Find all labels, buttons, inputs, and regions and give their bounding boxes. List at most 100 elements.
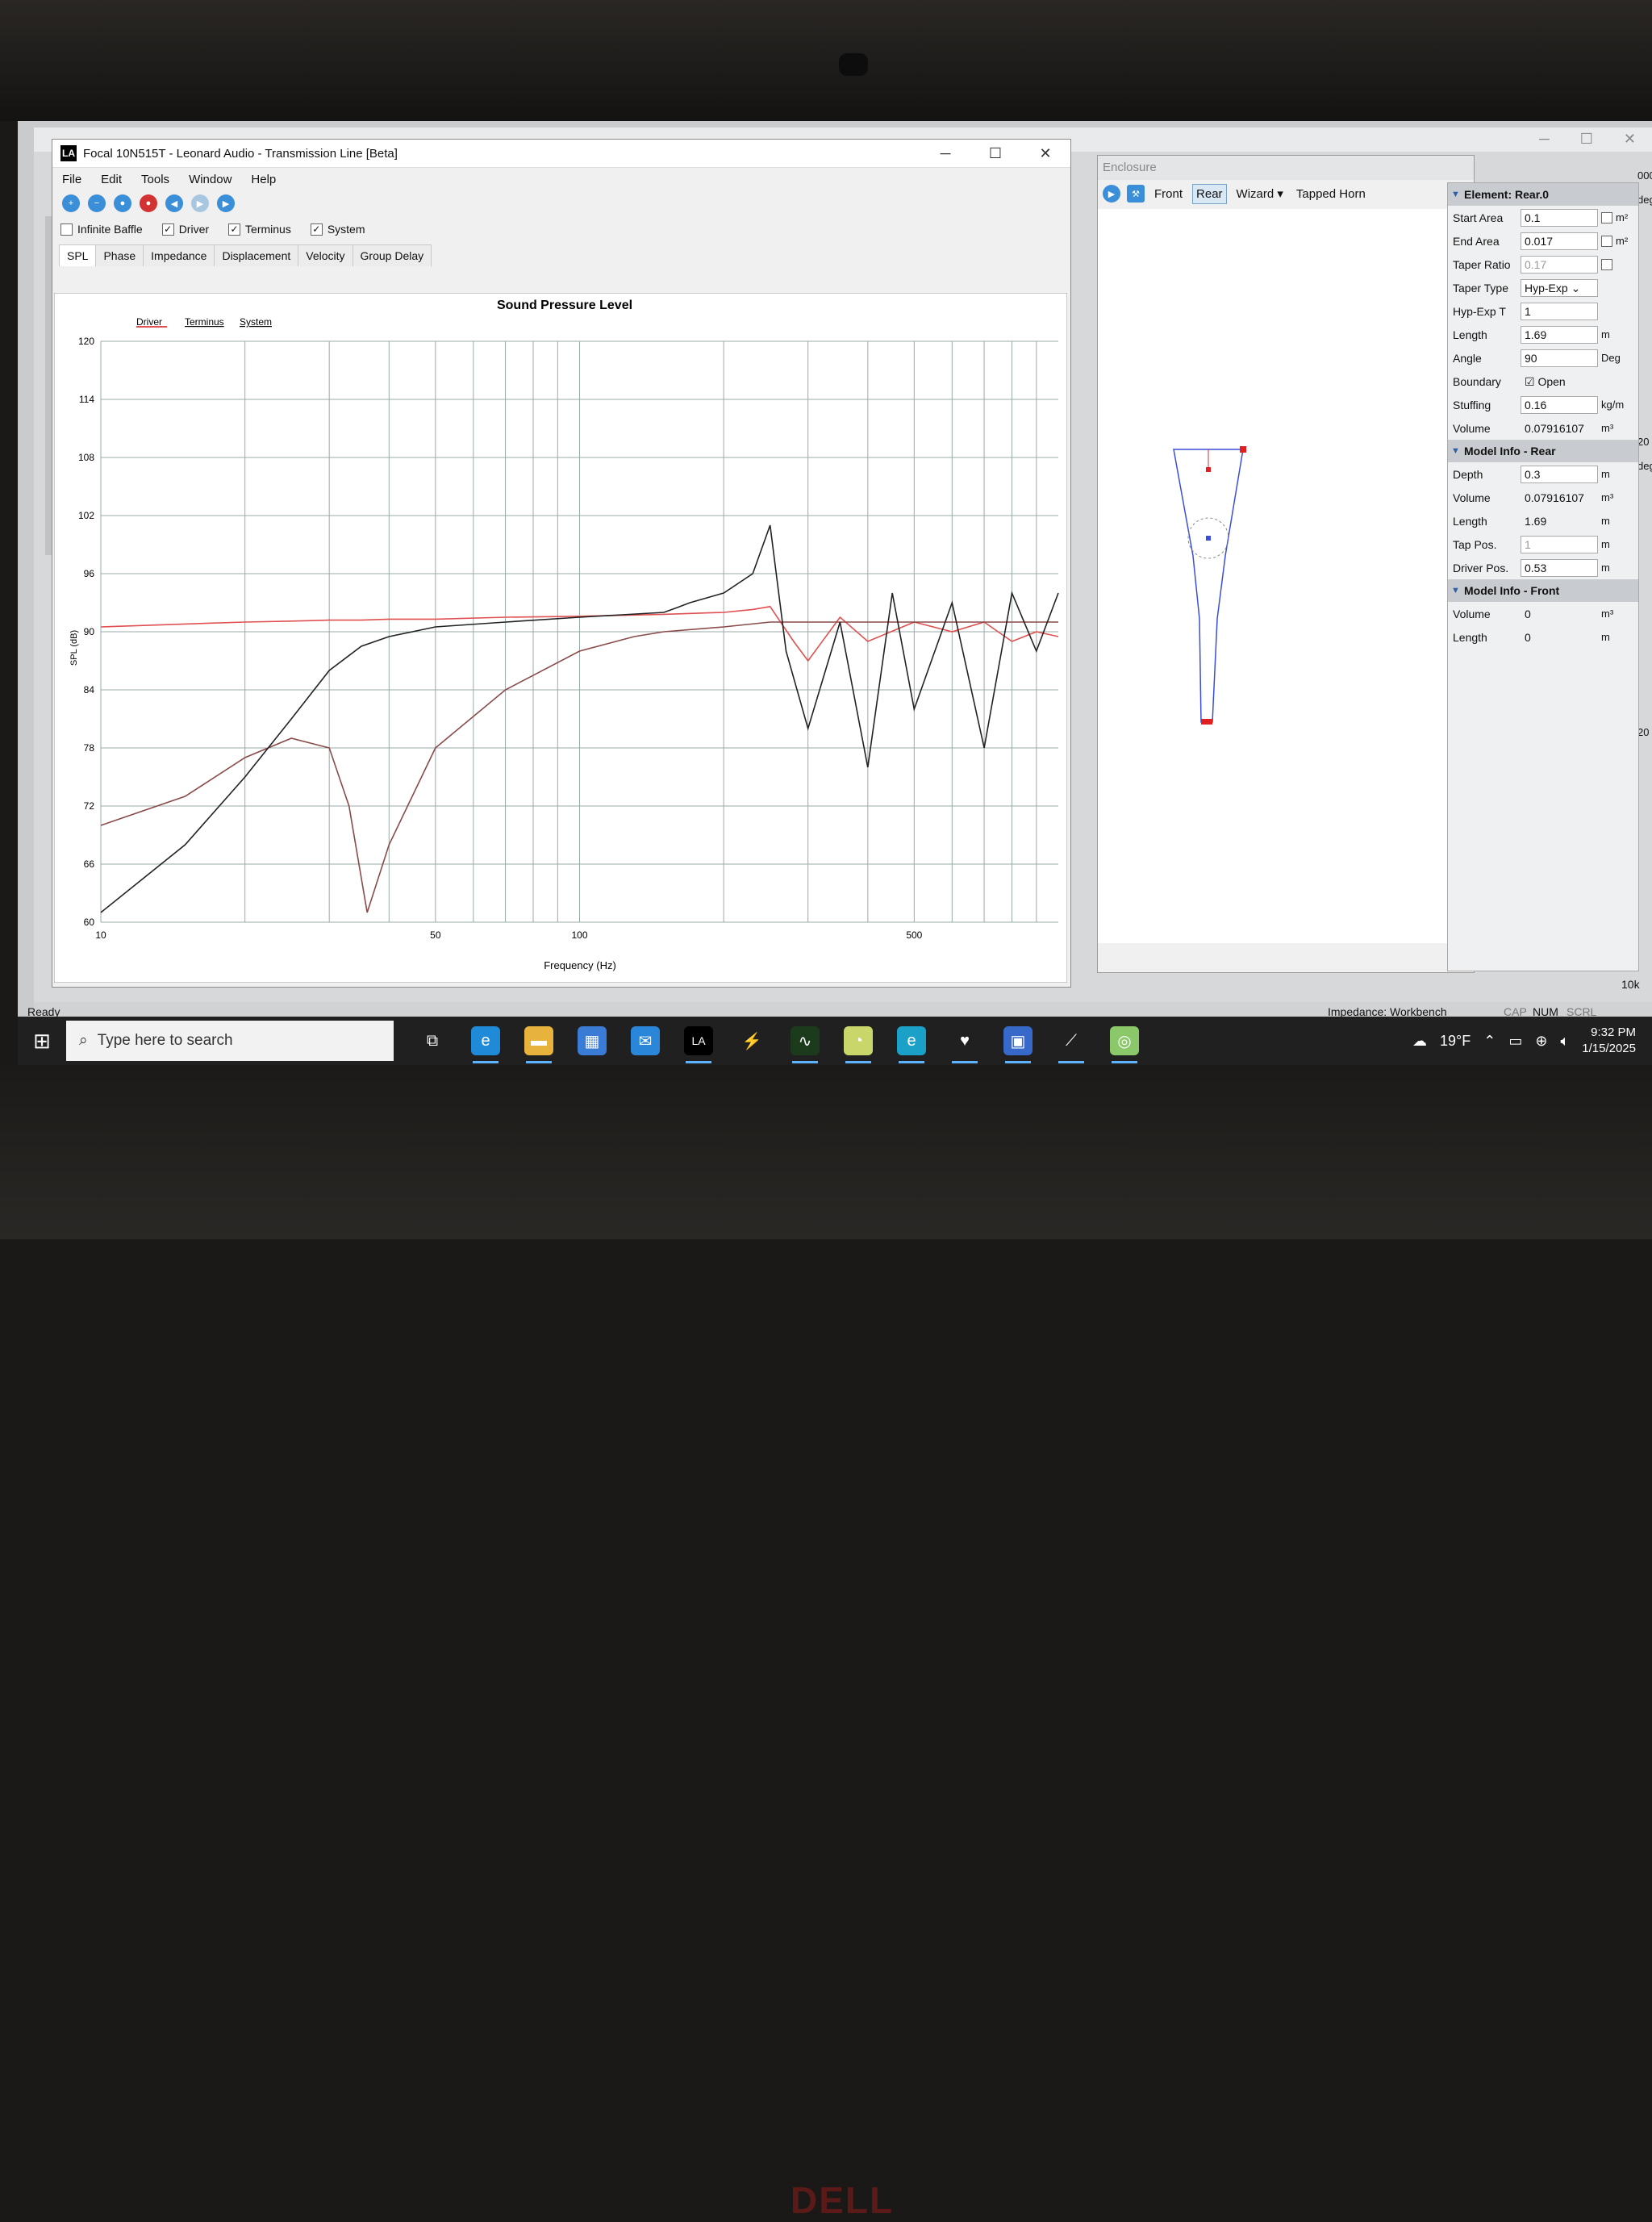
y-tick-label: 114 (79, 394, 94, 405)
front-section-header[interactable]: Model Info - Front (1448, 579, 1638, 602)
step-forward-icon[interactable]: ▶ (191, 194, 209, 212)
main-titlebar[interactable]: LA Focal 10N515T - Leonard Audio - Trans… (52, 140, 1070, 168)
menu-file[interactable]: File (62, 173, 81, 186)
lightning-app-icon[interactable]: ⚡ (737, 1026, 766, 1055)
property-value[interactable]: 0.017 (1521, 232, 1598, 250)
menu-window[interactable]: Window (189, 173, 232, 186)
edge-alt-icon[interactable]: e (897, 1026, 926, 1063)
property-label: End Area (1453, 234, 1500, 248)
play-icon[interactable]: ▶ (1103, 185, 1120, 203)
chart-tabs: SPL Phase Impedance Displacement Velocit… (52, 242, 1070, 266)
maximize-icon[interactable]: ☐ (1580, 131, 1593, 148)
start-handle[interactable] (1240, 446, 1246, 453)
checkbox-infinite-baffle[interactable]: Infinite Baffle (60, 223, 143, 236)
audio-app-icon[interactable]: ◔ (844, 1026, 873, 1063)
checkbox-label: Terminus (245, 223, 291, 236)
clock[interactable]: 9:32 PM 1/15/2025 (1582, 1025, 1636, 1057)
property-value[interactable]: 1.69 (1521, 325, 1598, 344)
driver-handle[interactable] (1206, 467, 1211, 472)
tab-velocity[interactable]: Velocity (298, 244, 353, 266)
tab-tapped-horn[interactable]: Tapped Horn (1293, 185, 1369, 203)
menu-tools[interactable]: Tools (141, 173, 169, 186)
chevron-down-icon: ▾ (1277, 187, 1283, 201)
shield-app-icon[interactable]: ♥ (950, 1026, 979, 1063)
zoom-in-icon[interactable]: + (62, 194, 80, 212)
end-handle[interactable] (1201, 719, 1212, 725)
monitor-app-icon[interactable]: ▣ (1003, 1026, 1032, 1063)
line-profile (1173, 449, 1244, 723)
menu-edit[interactable]: Edit (101, 173, 122, 186)
property-value[interactable]: 1 (1521, 302, 1598, 320)
checkbox-terminus[interactable]: ✓ Terminus (228, 223, 291, 236)
tool-app-icon[interactable]: ⟋ (1057, 1026, 1086, 1063)
spl-chart[interactable]: 60 66 72 78 84 90 96 102 108 114 120 10 50 100 500 So… (54, 293, 1067, 983)
checkbox-system[interactable]: ✓ System (310, 223, 365, 236)
cursor-icon[interactable]: ● (114, 194, 131, 212)
weather-icon[interactable]: ☁ (1412, 1033, 1427, 1050)
close-icon[interactable]: ✕ (1020, 145, 1070, 162)
scope-app-icon[interactable]: ∿ (791, 1026, 820, 1063)
battery-icon[interactable]: ▭ (1508, 1033, 1522, 1050)
tab-displacement[interactable]: Displacement (214, 244, 299, 266)
property-value[interactable]: 0.1 (1521, 208, 1598, 227)
tab-front[interactable]: Front (1151, 185, 1186, 203)
transmission-line-drawing[interactable] (1098, 209, 1453, 943)
property-value: 0 (1525, 607, 1531, 620)
menu-help[interactable]: Help (251, 173, 276, 186)
checkbox-driver[interactable]: ✓ Driver (161, 223, 209, 236)
wrench-icon[interactable]: ⚒ (1127, 185, 1145, 203)
tab-spl[interactable]: SPL (59, 244, 97, 266)
network-icon[interactable]: ⊕ (1535, 1033, 1547, 1050)
maximize-icon[interactable]: ☐ (970, 145, 1020, 162)
taskbar-search[interactable]: ⌕ Type here to search (66, 1021, 394, 1061)
zoom-out-icon[interactable]: − (88, 194, 106, 212)
edge-icon[interactable]: e (471, 1026, 500, 1063)
property-value[interactable]: 0.17 (1521, 255, 1598, 274)
file-explorer-icon[interactable]: ▬ (524, 1026, 553, 1063)
step-back-icon[interactable]: ◀ (165, 194, 183, 212)
tab-rear[interactable]: Rear (1192, 183, 1227, 204)
checkbox-label: Infinite Baffle (77, 223, 143, 236)
checkbox-box[interactable]: ✓ (228, 223, 241, 236)
rear-section-header[interactable]: Model Info - Rear (1448, 440, 1638, 462)
tab-phase[interactable]: Phase (95, 244, 144, 266)
tab-impedance[interactable]: Impedance (143, 244, 215, 266)
property-value[interactable]: 0.53 (1521, 558, 1598, 577)
property-value[interactable]: 1 (1521, 535, 1598, 553)
leonard-audio-icon[interactable]: LA (684, 1026, 713, 1063)
volume-icon[interactable]: 🔈︎ (1560, 1033, 1569, 1050)
enclosure-canvas[interactable] (1098, 209, 1453, 943)
tap-handle[interactable] (1206, 536, 1211, 541)
checkbox-box[interactable] (60, 223, 73, 236)
lock-checkbox[interactable] (1601, 235, 1612, 247)
checkbox-box[interactable]: ✓ (310, 223, 323, 236)
lock-checkbox[interactable] (1601, 211, 1612, 223)
minimize-icon[interactable]: ─ (1539, 131, 1550, 148)
checkbox-box[interactable]: ✓ (161, 223, 174, 236)
webcam (839, 53, 868, 76)
store-icon[interactable]: ▦ (578, 1026, 607, 1055)
taskbar: ⊞ ⌕ Type here to search ⧉ e ▬ ▦ ✉ LA ⚡ ∿ ◔ e ♥ ▣ ⟋ ◎ … (18, 1017, 1652, 1065)
play-icon[interactable]: ▶ (217, 194, 235, 212)
task-view-icon[interactable]: ⧉ (418, 1026, 447, 1055)
windows-start-icon[interactable]: ⊞ (18, 1029, 66, 1054)
close-icon[interactable]: ✕ (1624, 131, 1636, 148)
property-unit: m (1601, 562, 1610, 574)
lock-checkbox[interactable] (1601, 258, 1612, 270)
browser-app-icon[interactable]: ◎ (1110, 1026, 1139, 1063)
property-value[interactable]: 90 (1521, 349, 1598, 367)
property-value[interactable]: 0.16 (1521, 395, 1598, 414)
front-properties: Volume 0 m³ Length 0 m (1448, 602, 1638, 649)
record-icon[interactable]: ● (140, 194, 157, 212)
weather-temp[interactable]: 19°F (1440, 1033, 1471, 1050)
tab-group-delay[interactable]: Group Delay (352, 244, 432, 266)
chevron-up-icon[interactable]: ⌃ (1483, 1033, 1496, 1050)
wizard-dropdown[interactable]: Wizard ▾ (1233, 184, 1287, 203)
property-value[interactable]: 0.3 (1521, 465, 1598, 483)
element-section-header[interactable]: Element: Rear.0 (1448, 183, 1638, 206)
y-axis-label: SPL (dB) (69, 630, 79, 666)
x-tick-label: 500 (906, 929, 922, 941)
mail-icon[interactable]: ✉ (631, 1026, 660, 1055)
minimize-icon[interactable]: ─ (920, 145, 970, 162)
property-value[interactable]: Hyp-Exp ⌄ (1521, 278, 1598, 297)
